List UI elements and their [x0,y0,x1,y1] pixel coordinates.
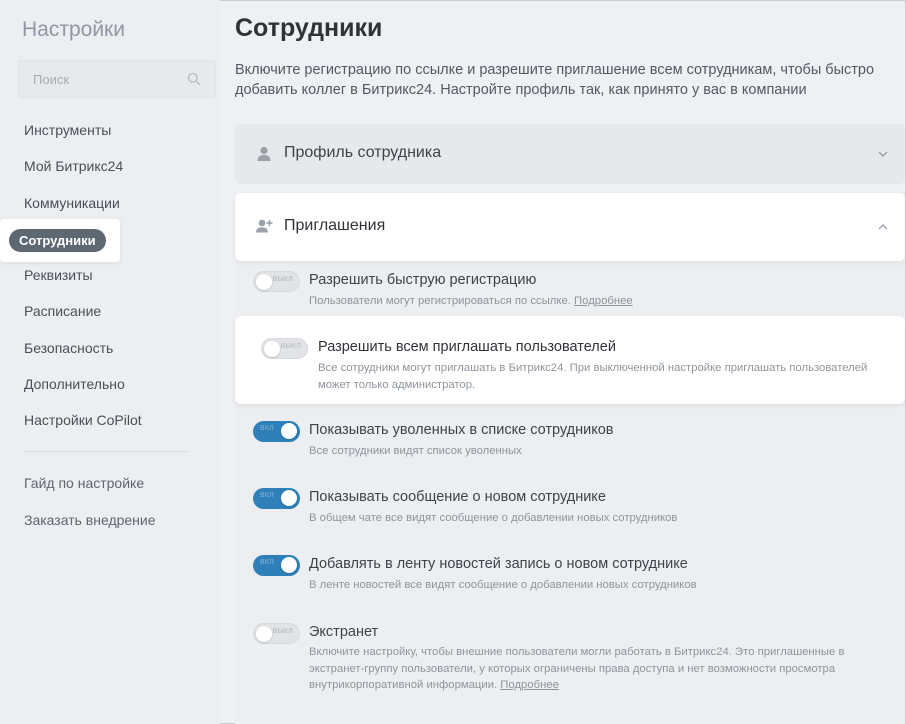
setting-description-text: Пользователи могут регистрироваться по с… [309,295,571,307]
sidebar-item-setup-guide[interactable]: Гайд по настройке [0,465,220,502]
toggle-state-label: ВКЛ [260,492,274,499]
section-profile-header[interactable]: Профиль сотрудника [235,124,905,184]
toggle-state-label: ВКЛ [260,425,274,432]
sidebar-divider [24,451,188,452]
setting-description: Включите настройку, чтобы внешние пользо… [309,644,889,694]
setting-title: Показывать сообщение о новом сотруднике [309,489,606,505]
toggle-new-employee-message[interactable]: ВКЛ [253,488,300,509]
toggle-show-fired[interactable]: ВКЛ [253,421,300,442]
setting-show-fired: ВКЛ Показывать уволенных в списке сотруд… [235,418,905,468]
toggle-allow-all-invite[interactable]: ВЫКЛ [261,338,308,359]
toggle-state-label: ВЫКЛ [272,276,293,283]
sidebar-item-copilot[interactable]: Настройки CoPilot [0,402,220,438]
more-link[interactable]: Подробнее [500,679,559,691]
more-link[interactable]: Подробнее [574,295,633,307]
setting-description-text: Включите настройку, чтобы внешние пользо… [309,646,845,691]
toggle-state-label: ВЫКЛ [280,343,301,350]
search-input[interactable] [19,61,189,97]
search-icon[interactable] [187,72,201,86]
toggle-quick-registration[interactable]: ВЫКЛ [253,271,300,292]
setting-description: Все сотрудники видят список уволенных [309,445,522,457]
toggle-state-label: ВКЛ [260,559,274,566]
setting-title: Разрешить быструю регистрацию [309,272,537,288]
setting-description: В общем чате все видят сообщение о добав… [309,512,678,524]
toggle-knob [256,625,272,642]
toggle-extranet[interactable]: ВЫКЛ [253,623,300,644]
sidebar-nav: Инструменты Мой Битрикс24 Коммуникации Р… [0,112,220,439]
page-description: Включите регистрацию по ссылке и разреши… [235,62,875,98]
page-title: Сотрудники [235,14,383,42]
setting-allow-all-invite: ВЫКЛ Разрешить всем приглашать пользоват… [235,316,905,404]
toggle-knob [281,423,297,439]
section-invites-label: Приглашения [284,217,386,234]
toggle-state-label: ВЫКЛ [272,628,293,635]
setting-description: Пользователи могут регистрироваться по с… [309,293,633,310]
toggle-news-feed-entry[interactable]: ВКЛ [253,555,300,576]
sidebar-item-employees-label: Сотрудники [9,229,106,252]
setting-title: Показывать уволенных в списке сотруднико… [309,422,614,438]
main-content: Сотрудники Включите регистрацию по ссылк… [220,0,906,724]
setting-title: Экстранет [309,624,379,640]
sidebar-item-tools[interactable]: Инструменты [0,112,220,148]
chevron-down-icon[interactable] [877,148,889,160]
sidebar-item-employees[interactable]: Сотрудники [0,219,120,262]
add-user-icon [256,219,273,233]
sidebar-item-security[interactable]: Безопасность [0,330,220,366]
sidebar-item-my-bitrix24[interactable]: Мой Битрикс24 [0,148,220,184]
setting-title: Разрешить всем приглашать пользователей [318,339,616,355]
sidebar-item-additional[interactable]: Дополнительно [0,366,220,402]
toggle-knob [256,273,272,290]
sidebar: Настройки Инструменты Мой Битрикс24 Комм… [0,0,220,724]
sidebar-item-requisites[interactable]: Реквизиты [0,257,220,293]
search-box [18,60,216,98]
sidebar-item-order-implementation[interactable]: Заказать внедрение [0,502,220,539]
sidebar-item-communications[interactable]: Коммуникации [0,185,220,221]
sidebar-secondary-nav: Гайд по настройке Заказать внедрение [0,465,220,538]
section-profile-label: Профиль сотрудника [284,144,442,161]
toggle-knob [281,490,297,506]
section-invites-header[interactable]: Приглашения [235,193,905,261]
user-icon [257,146,271,161]
chevron-up-icon[interactable] [877,221,889,233]
setting-news-feed-entry: ВКЛ Добавлять в ленту новостей запись о … [235,552,905,602]
setting-title: Добавлять в ленту новостей запись о ново… [309,556,688,572]
sidebar-item-schedule[interactable]: Расписание [0,293,220,329]
setting-description: В ленте новостей все видят сообщение о д… [309,579,697,591]
toggle-knob [281,557,297,573]
toggle-knob [264,340,280,357]
setting-extranet: ВЫКЛ Экстранет Включите настройку, чтобы… [235,620,905,700]
setting-new-employee-message: ВКЛ Показывать сообщение о новом сотрудн… [235,485,905,535]
sidebar-title: Настройки [22,18,125,41]
setting-quick-registration: ВЫКЛ Разрешить быструю регистрацию Польз… [235,268,905,312]
setting-description: Все сотрудники могут приглашать в Битрик… [318,362,868,391]
